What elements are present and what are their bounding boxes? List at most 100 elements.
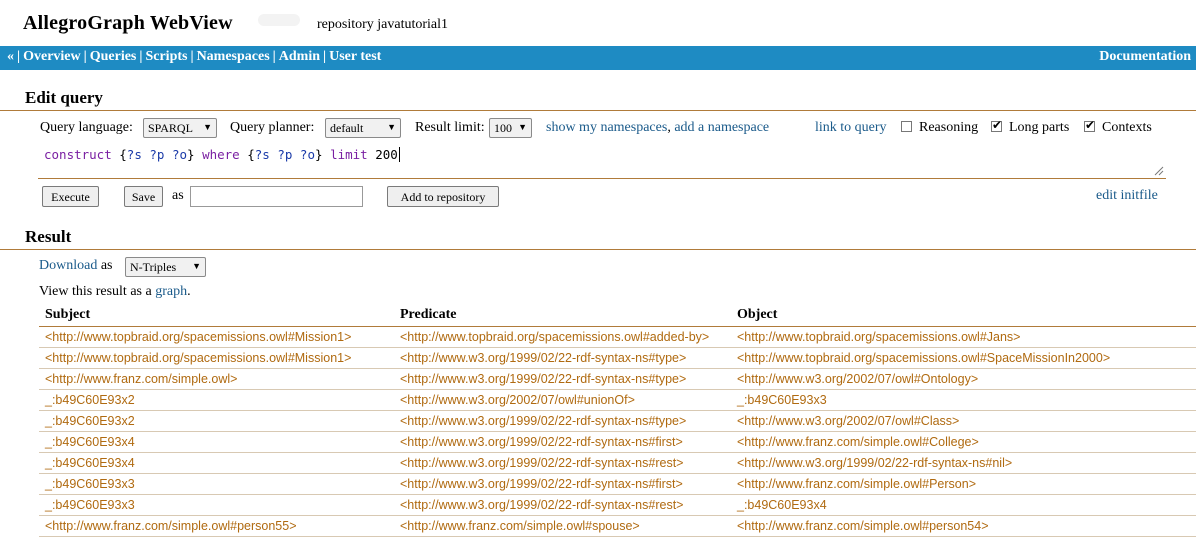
object-cell[interactable]: <http://www.w3.org/1999/02/22-rdf-syntax…	[731, 452, 1196, 474]
download-as-label: as	[100, 258, 113, 273]
edit-query-rule	[0, 110, 1196, 111]
app-title: AllegroGraph WebView	[23, 12, 233, 34]
table-row: <http://www.topbraid.org/spacemissions.o…	[39, 326, 1196, 348]
repository-label: repository javatutorial1	[317, 17, 449, 32]
reasoning-checkbox[interactable]	[901, 121, 912, 132]
resize-handle-icon[interactable]	[1154, 166, 1164, 176]
result-header-row: Subject Predicate Object	[39, 305, 1196, 327]
nav-admin[interactable]: Admin	[279, 49, 320, 64]
query-planner-select[interactable]: default ▼	[325, 118, 401, 138]
save-as-label: as	[172, 188, 184, 203]
subject-cell[interactable]: <http://www.topbraid.org/spacemissions.o…	[39, 326, 394, 348]
chevron-down-icon: ▼	[192, 261, 201, 271]
object-cell[interactable]: <http://www.franz.com/simple.owl#Person>	[731, 473, 1196, 495]
table-row: <http://www.franz.com/simple.owl#person5…	[39, 515, 1196, 537]
column-header-object: Object	[731, 305, 1196, 327]
result-limit-select[interactable]: 100 ▼	[489, 118, 532, 138]
query-language-select[interactable]: SPARQL ▼	[143, 118, 217, 138]
object-cell[interactable]: _:b49C60E93x4	[731, 494, 1196, 516]
predicate-cell[interactable]: <http://www.w3.org/1999/02/22-rdf-syntax…	[394, 452, 731, 474]
query-planner-value: default	[330, 121, 364, 135]
table-row: _:b49C60E93x2 <http://www.w3.org/2002/07/…	[39, 389, 1196, 411]
subject-cell[interactable]: _:b49C60E93x2	[39, 389, 394, 411]
save-button[interactable]: Save	[124, 186, 163, 207]
query-editor[interactable]: construct {?s ?p ?o} where {?s ?p ?o} li…	[38, 143, 1166, 179]
nav-scripts[interactable]: Scripts	[145, 49, 187, 64]
result-title: Result	[25, 227, 72, 246]
execute-button[interactable]: Execute	[42, 186, 99, 207]
subject-cell[interactable]: _:b49C60E93x4	[39, 431, 394, 453]
predicate-cell[interactable]: <http://www.w3.org/1999/02/22-rdf-syntax…	[394, 473, 731, 495]
predicate-cell[interactable]: <http://www.topbraid.org/spacemissions.o…	[394, 326, 731, 348]
predicate-cell[interactable]: <http://www.w3.org/1999/02/22-rdf-syntax…	[394, 431, 731, 453]
nav-namespaces[interactable]: Namespaces	[197, 49, 270, 64]
query-language-label: Query language:	[40, 120, 133, 135]
link-to-query[interactable]: link to query	[815, 120, 887, 136]
query-text[interactable]: construct {?s ?p ?o} where {?s ?p ?o} li…	[44, 147, 400, 162]
table-row: _:b49C60E93x2 <http://www.w3.org/1999/02/…	[39, 410, 1196, 432]
result-limit-label: Result limit:	[415, 120, 485, 135]
predicate-cell[interactable]: <http://www.w3.org/1999/02/22-rdf-syntax…	[394, 347, 731, 369]
download-format-select[interactable]: N-Triples ▼	[125, 257, 206, 277]
download-link[interactable]: Download	[39, 258, 97, 273]
subject-cell[interactable]: <http://www.topbraid.org/spacemissions.o…	[39, 347, 394, 369]
nav-queries[interactable]: Queries	[90, 49, 137, 64]
object-cell[interactable]: <http://www.topbraid.org/spacemissions.o…	[731, 347, 1196, 369]
query-language-value: SPARQL	[148, 121, 193, 135]
table-row: _:b49C60E93x4 <http://www.w3.org/1999/02/…	[39, 452, 1196, 474]
object-cell[interactable]: <http://www.w3.org/2002/07/owl#Class>	[731, 410, 1196, 432]
chevron-down-icon: ▼	[203, 122, 212, 132]
object-cell[interactable]: <http://www.topbraid.org/spacemissions.o…	[731, 326, 1196, 348]
object-cell[interactable]: <http://www.w3.org/2002/07/owl#Ontology>	[731, 368, 1196, 390]
predicate-cell[interactable]: <http://www.w3.org/1999/02/22-rdf-syntax…	[394, 368, 731, 390]
subject-cell[interactable]: <http://www.franz.com/simple.owl>	[39, 368, 394, 390]
object-cell[interactable]: <http://www.franz.com/simple.owl#person5…	[731, 515, 1196, 537]
column-header-predicate: Predicate	[394, 305, 731, 327]
namespace-links-comma: ,	[667, 120, 671, 135]
predicate-cell[interactable]: <http://www.w3.org/1999/02/22-rdf-syntax…	[394, 494, 731, 516]
nav-links: «| Overview | Queries | Scripts | Namespaces | Ad…	[7, 49, 382, 64]
nav-user[interactable]: User test	[329, 49, 381, 64]
show-namespaces-link[interactable]: show my namespaces	[546, 120, 667, 135]
view-as-graph-row: View this result as a graph.	[39, 284, 191, 300]
result-rule	[0, 249, 1196, 250]
view-result-text: View this result as a	[39, 284, 156, 299]
chevron-down-icon: ▼	[518, 122, 527, 132]
app-header: AllegroGraph WebView repository javatuto…	[0, 0, 1196, 46]
column-header-subject: Subject	[39, 305, 394, 327]
download-row: Download as	[39, 258, 113, 274]
predicate-cell[interactable]: <http://www.w3.org/2002/07/owl#unionOf>	[394, 389, 731, 411]
add-namespace-link[interactable]: add a namespace	[674, 120, 769, 135]
table-row: _:b49C60E93x3 <http://www.w3.org/1999/02/…	[39, 473, 1196, 495]
subject-cell[interactable]: _:b49C60E93x3	[39, 494, 394, 516]
check-icon: ✔	[992, 118, 1003, 132]
predicate-cell[interactable]: <http://www.franz.com/simple.owl#spouse>	[394, 515, 731, 537]
view-result-suffix: .	[187, 284, 191, 299]
subject-cell[interactable]: _:b49C60E93x4	[39, 452, 394, 474]
table-row: _:b49C60E93x3 <http://www.w3.org/1999/02/…	[39, 494, 1196, 516]
long-parts-checkbox[interactable]: ✔	[991, 118, 1003, 132]
subject-cell[interactable]: _:b49C60E93x2	[39, 410, 394, 432]
subject-cell[interactable]: <http://www.franz.com/simple.owl#person5…	[39, 515, 394, 537]
object-cell[interactable]: <http://www.franz.com/simple.owl#College…	[731, 431, 1196, 453]
reasoning-label: Reasoning	[919, 120, 979, 135]
object-cell[interactable]: _:b49C60E93x3	[731, 389, 1196, 411]
save-name-input[interactable]	[190, 186, 363, 207]
edit-initfile-link[interactable]: edit initfile	[1096, 188, 1158, 204]
add-to-repository-button[interactable]: Add to repository	[387, 186, 499, 207]
query-options: Query language: SPARQL ▼ Query planner: d…	[0, 118, 1196, 140]
result-limit-value: 100	[494, 121, 512, 135]
long-parts-label: Long parts	[1009, 120, 1070, 135]
chevron-down-icon: ▼	[387, 122, 396, 132]
subject-cell[interactable]: _:b49C60E93x3	[39, 473, 394, 495]
check-icon: ✔	[1085, 118, 1096, 132]
nav-overview[interactable]: Overview	[23, 49, 81, 64]
predicate-cell[interactable]: <http://www.w3.org/1999/02/22-rdf-syntax…	[394, 410, 731, 432]
result-table: Subject Predicate Object <http://www.top…	[39, 305, 1196, 537]
contexts-checkbox[interactable]: ✔	[1084, 118, 1096, 132]
title-smudge	[258, 14, 300, 26]
graph-link[interactable]: graph	[155, 284, 187, 299]
nav-documentation[interactable]: Documentation	[1099, 49, 1191, 65]
query-planner-label: Query planner:	[230, 120, 315, 135]
nav-back-link[interactable]: «	[7, 49, 14, 64]
